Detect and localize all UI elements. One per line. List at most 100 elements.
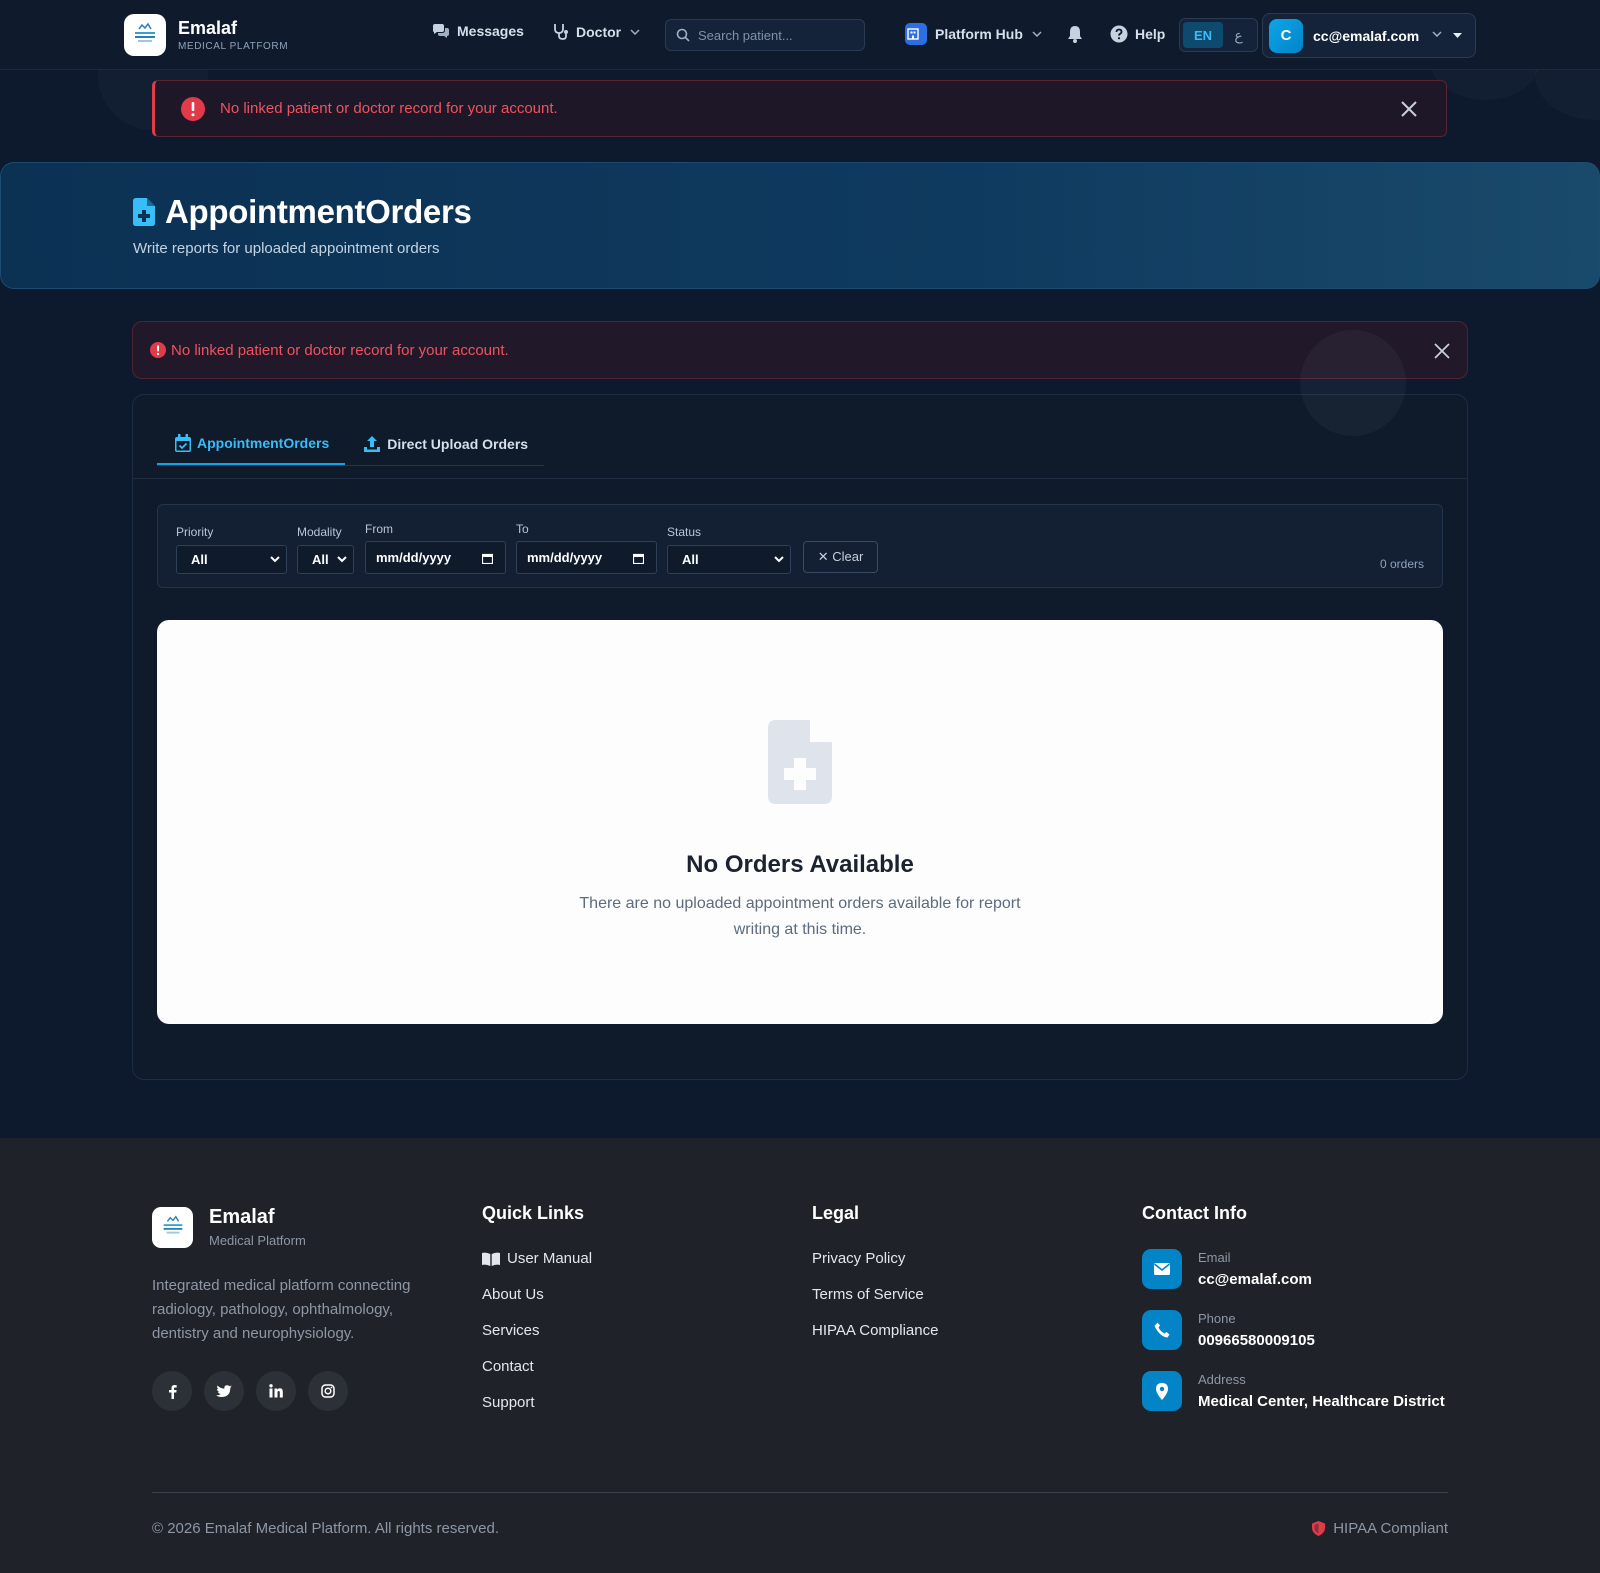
order-tabs: AppointmentOrders Direct Upload Orders xyxy=(157,423,545,466)
chevron-down-icon xyxy=(774,556,784,563)
account-alert-banner: No linked patient or doctor record for y… xyxy=(152,80,1447,137)
chevron-down-icon xyxy=(337,556,347,563)
question-circle-icon xyxy=(1110,25,1128,43)
linkedin-icon[interactable] xyxy=(256,1371,296,1411)
envelope-icon xyxy=(1142,1249,1182,1289)
shield-icon xyxy=(1312,1521,1326,1536)
user-email: cc@emalaf.com xyxy=(1313,27,1420,44)
link-support[interactable]: Support xyxy=(482,1394,535,1411)
priority-select[interactable]: All xyxy=(176,545,287,574)
orders-card: AppointmentOrders Direct Upload Orders P… xyxy=(132,394,1468,1080)
footer-brand[interactable]: Emalaf Medical Platform xyxy=(152,1206,306,1248)
contact-address-value: Medical Center, Healthcare District xyxy=(1198,1393,1445,1410)
empty-state-message: There are no uploaded appointment orders… xyxy=(579,895,1021,938)
link-hipaa-compliance[interactable]: HIPAA Compliance xyxy=(812,1322,938,1339)
chevron-down-icon xyxy=(1032,31,1042,37)
nav-doctor-label: Doctor xyxy=(576,23,622,40)
nav-platform-hub-dropdown[interactable]: Platform Hub xyxy=(905,23,1042,45)
close-icon[interactable] xyxy=(1400,100,1418,118)
link-services[interactable]: Services xyxy=(482,1322,540,1339)
exclamation-circle-icon xyxy=(150,342,166,358)
contact-email-value[interactable]: cc@emalaf.com xyxy=(1198,1271,1312,1288)
help-button[interactable]: Help xyxy=(1110,25,1165,43)
empty-state: No Orders Available There are no uploade… xyxy=(157,620,1443,1024)
link-terms-of-service[interactable]: Terms of Service xyxy=(812,1286,924,1303)
medical-file-icon xyxy=(768,720,832,804)
social-links xyxy=(152,1371,360,1411)
contact-phone-value[interactable]: 00966580009105 xyxy=(1198,1332,1315,1349)
link-contact[interactable]: Contact xyxy=(482,1358,534,1375)
modality-value: All xyxy=(312,552,329,567)
stethoscope-icon xyxy=(554,24,568,40)
contact-phone-label: Phone xyxy=(1198,1311,1236,1326)
empty-state-title: No Orders Available xyxy=(686,851,914,878)
footer-divider xyxy=(152,1492,1448,1493)
tab-appointment-orders[interactable]: AppointmentOrders xyxy=(157,423,346,465)
nav-doctor-dropdown[interactable]: Doctor xyxy=(553,23,640,40)
tab-label: Direct Upload Orders xyxy=(387,436,529,452)
footer-brand-name: Emalaf xyxy=(209,1206,275,1228)
clear-filters-button[interactable]: ✕ Clear xyxy=(803,541,878,573)
avatar: C xyxy=(1269,18,1303,53)
calendar-check-icon xyxy=(175,434,191,452)
twitter-icon[interactable] xyxy=(204,1371,244,1411)
brand-name: Emalaf xyxy=(178,18,238,38)
page-subtitle: Write reports for uploaded appointment o… xyxy=(133,240,440,257)
contact-address-label: Address xyxy=(1198,1372,1246,1387)
priority-value: All xyxy=(191,552,208,567)
exclamation-circle-icon xyxy=(181,96,205,121)
building-icon xyxy=(905,23,927,45)
medical-file-icon xyxy=(133,198,155,226)
facebook-icon[interactable] xyxy=(152,1371,192,1411)
chevron-down-icon xyxy=(630,28,640,35)
status-value: All xyxy=(682,552,699,567)
tab-direct-upload-orders[interactable]: Direct Upload Orders xyxy=(345,423,544,465)
inline-alert: No linked patient or doctor record for y… xyxy=(132,321,1468,379)
close-icon[interactable] xyxy=(1433,342,1451,360)
to-label: To xyxy=(516,522,529,536)
nav-messages[interactable]: Messages xyxy=(432,23,524,39)
legal-title: Legal xyxy=(812,1203,860,1223)
link-privacy-policy[interactable]: Privacy Policy xyxy=(812,1250,905,1267)
quick-links-title: Quick Links xyxy=(482,1203,585,1223)
notifications-button[interactable] xyxy=(1067,25,1090,43)
modality-label: Modality xyxy=(297,525,342,539)
footer-brand-subtitle: Medical Platform xyxy=(209,1233,306,1248)
footer-logo xyxy=(152,1206,193,1248)
from-date-placeholder: mm/dd/yyyy xyxy=(376,550,452,565)
nav-messages-label: Messages xyxy=(457,23,524,39)
site-footer: Emalaf Medical Platform Integrated medic… xyxy=(0,1138,1600,1573)
calendar-icon[interactable] xyxy=(633,553,644,564)
footer-description: Integrated medical platform connecting r… xyxy=(152,1277,411,1342)
lang-en-button[interactable]: EN xyxy=(1183,22,1223,48)
to-date-input[interactable]: mm/dd/yyyy xyxy=(516,541,657,574)
brand[interactable]: Emalaf MEDICAL PLATFORM xyxy=(124,14,288,56)
page-title: AppointmentOrders xyxy=(165,193,472,230)
map-pin-icon xyxy=(1142,1371,1182,1411)
book-open-icon xyxy=(482,1252,500,1266)
search-input[interactable] xyxy=(698,27,858,43)
language-switcher: EN ع xyxy=(1179,18,1258,52)
from-date-input[interactable]: mm/dd/yyyy xyxy=(365,541,506,574)
user-menu[interactable]: C cc@emalaf.com xyxy=(1262,13,1476,58)
priority-label: Priority xyxy=(176,525,214,539)
copyright: © 2026 Emalaf Medical Platform. All righ… xyxy=(152,1520,500,1537)
orders-count: 0 orders xyxy=(1379,557,1424,571)
link-about-us[interactable]: About Us xyxy=(482,1286,544,1303)
brand-logo xyxy=(124,14,166,56)
from-label: From xyxy=(365,522,393,536)
patient-search[interactable] xyxy=(665,19,865,51)
status-select[interactable]: All xyxy=(667,545,791,574)
hipaa-badge: HIPAA Compliant xyxy=(1312,1520,1448,1537)
lang-ar-button[interactable]: ع xyxy=(1223,27,1254,44)
modality-select[interactable]: All xyxy=(297,545,354,574)
upload-icon xyxy=(364,436,381,452)
link-user-manual[interactable]: User Manual xyxy=(482,1250,592,1267)
help-label: Help xyxy=(1135,26,1166,42)
filter-bar: Priority All Modality All From mm/dd/yyy… xyxy=(157,504,1443,588)
caret-down-icon xyxy=(1453,33,1462,38)
alert-message: No linked patient or doctor record for y… xyxy=(220,100,558,117)
calendar-icon[interactable] xyxy=(482,553,493,564)
contact-info-title: Contact Info xyxy=(1142,1203,1247,1223)
instagram-icon[interactable] xyxy=(308,1371,348,1411)
